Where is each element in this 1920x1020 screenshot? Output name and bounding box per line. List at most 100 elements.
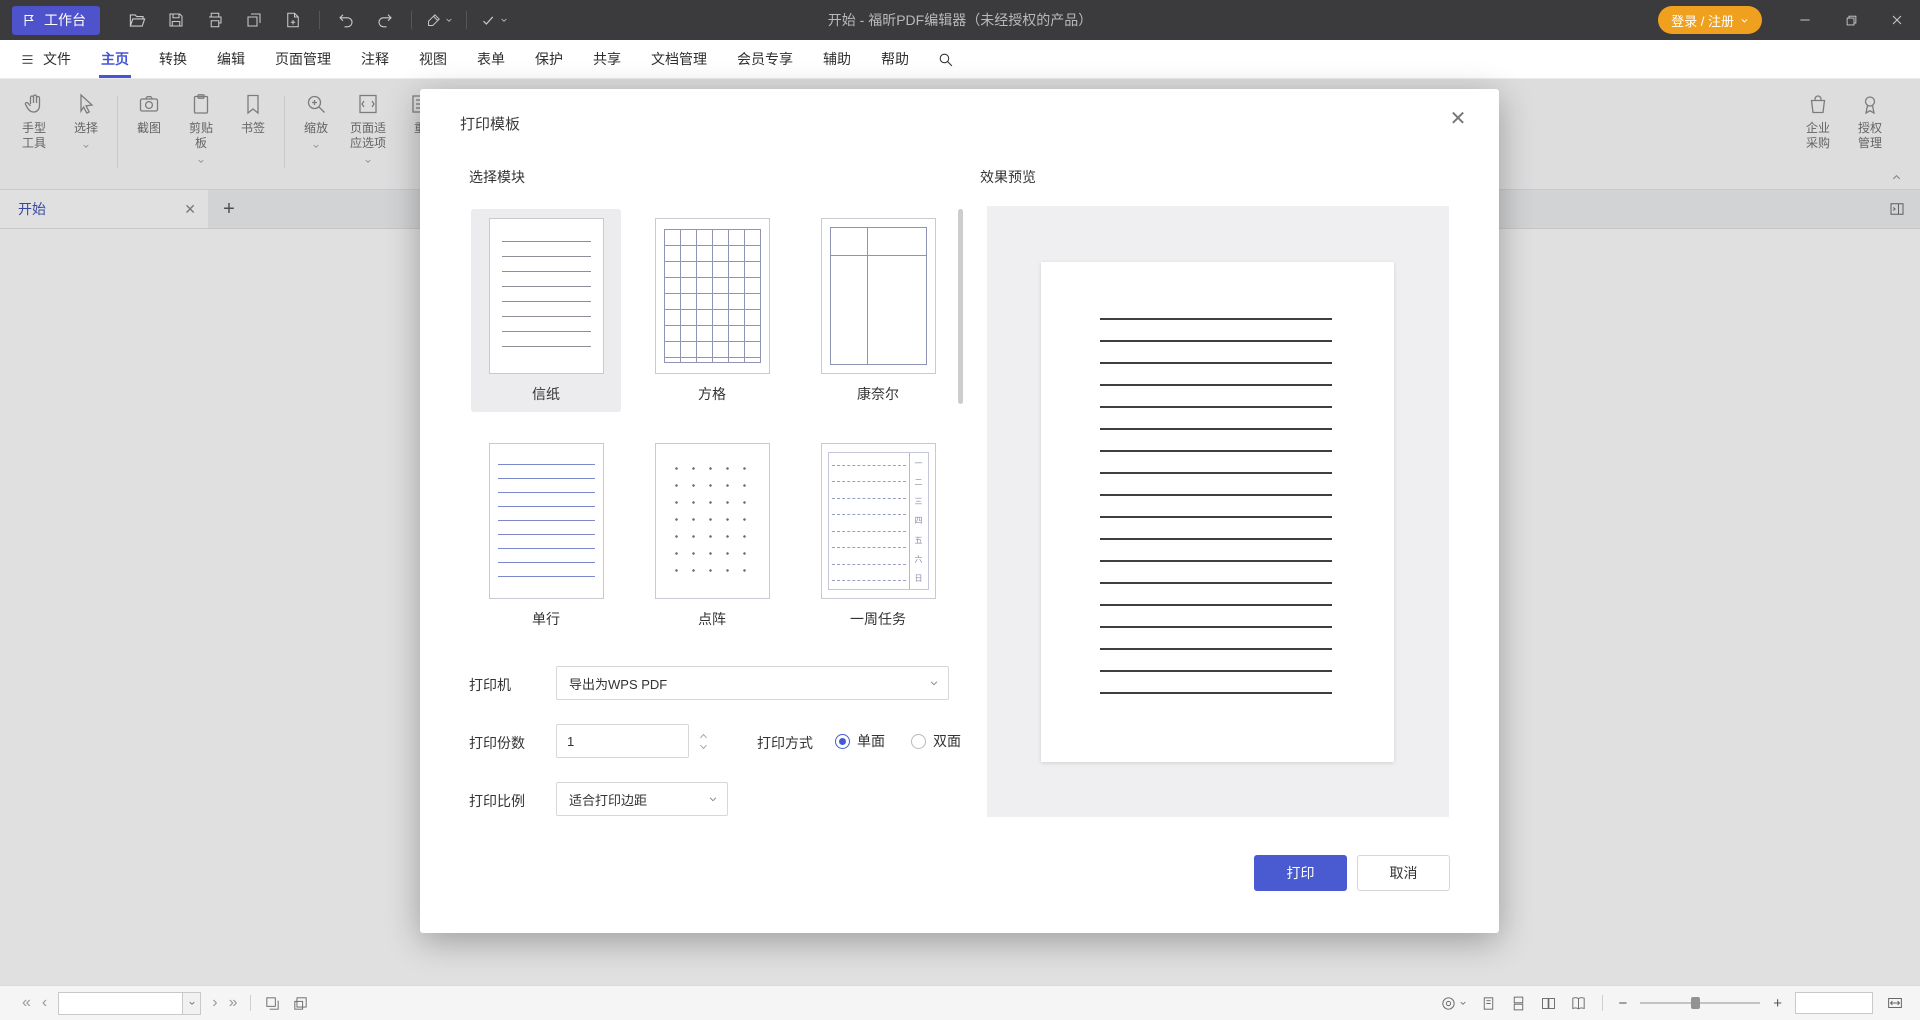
printer-select[interactable]: 导出为WPS PDF xyxy=(556,666,949,700)
menu-item-member[interactable]: 会员专享 xyxy=(722,40,808,78)
template-card-single-line[interactable]: 单行 xyxy=(471,434,621,637)
facing-page-button[interactable] xyxy=(1540,995,1557,1012)
menu-item-protect[interactable]: 保护 xyxy=(520,40,578,78)
cornell-thumbnail xyxy=(821,218,936,374)
copy-icon xyxy=(245,11,263,29)
menu-item-home[interactable]: 主页 xyxy=(86,40,144,78)
open-file-button[interactable] xyxy=(120,6,154,34)
undo-icon xyxy=(337,11,355,29)
radio-dot xyxy=(911,734,926,749)
radio-double-sided[interactable]: 双面 xyxy=(911,731,961,751)
menu-item-view[interactable]: 视图 xyxy=(404,40,462,78)
menu-item-form[interactable]: 表单 xyxy=(462,40,520,78)
login-register-button[interactable]: 登录 / 注册 xyxy=(1658,6,1762,34)
dot-grid-thumbnail xyxy=(655,443,770,599)
window-title: 开始 - 福昕PDF编辑器（未经授权的产品） xyxy=(828,10,1092,30)
flag-icon xyxy=(22,13,37,28)
template-card-grid[interactable]: 方格 xyxy=(637,209,787,412)
redo-button[interactable] xyxy=(368,6,402,34)
print-scale-label: 打印比例 xyxy=(469,791,525,811)
menu-item-edit[interactable]: 编辑 xyxy=(202,40,260,78)
chevron-down-icon xyxy=(929,678,939,688)
menu-item-share[interactable]: 共享 xyxy=(578,40,636,78)
menu-search-button[interactable] xyxy=(924,40,967,78)
undo-button[interactable] xyxy=(329,6,363,34)
close-button[interactable] xyxy=(1874,0,1920,40)
print-mode-label: 打印方式 xyxy=(757,733,813,753)
copies-input[interactable] xyxy=(556,724,689,758)
workspace-label: 工作台 xyxy=(44,10,86,30)
menu-item-comment[interactable]: 注释 xyxy=(346,40,404,78)
templates-section-label: 选择模块 xyxy=(469,167,525,187)
print-scale-select[interactable]: 适合打印边距 xyxy=(556,782,728,816)
single-line-thumbnail xyxy=(489,443,604,599)
redo-icon xyxy=(376,11,394,29)
template-card-dots[interactable]: 点阵 xyxy=(637,434,787,637)
zoom-in-button[interactable]: + xyxy=(1773,995,1782,1012)
next-page-button[interactable]: › xyxy=(212,995,217,1011)
single-page-button[interactable] xyxy=(1480,995,1497,1012)
titlebar: 工作台 开始 - 福昕PDF编辑器（未经授权的产品） xyxy=(0,0,1920,40)
zoom-level-input[interactable] xyxy=(1795,992,1873,1014)
template-card-cornell[interactable]: 康奈尔 xyxy=(803,209,953,412)
print-button[interactable]: 打印 xyxy=(1254,855,1347,891)
workspace-button[interactable]: 工作台 xyxy=(12,6,100,35)
menu-item-help[interactable]: 帮助 xyxy=(866,40,924,78)
view-mode-button[interactable] xyxy=(1440,995,1467,1012)
weekly-days-column: 一二三四五六日 xyxy=(909,453,928,589)
template-card-weekly[interactable]: 一二三四五六日 一周任务 xyxy=(803,434,953,637)
save-button[interactable] xyxy=(159,6,193,34)
book-view-button[interactable] xyxy=(1570,995,1587,1012)
prev-page-button[interactable]: ‹ xyxy=(42,995,47,1011)
new-document-icon xyxy=(284,11,302,29)
dialog-title: 打印模板 xyxy=(460,113,520,134)
dialog-close-button[interactable]: ✕ xyxy=(1445,105,1471,131)
folder-icon xyxy=(128,11,147,30)
template-grid: 信纸 方格 康奈尔 单行 点阵 xyxy=(471,209,953,637)
zoom-out-button[interactable]: − xyxy=(1618,995,1627,1012)
zoom-slider-thumb[interactable] xyxy=(1691,997,1700,1009)
titlebar-separator xyxy=(411,11,412,29)
continuous-page-button[interactable] xyxy=(1510,995,1527,1012)
menu-item-doc-manage[interactable]: 文档管理 xyxy=(636,40,722,78)
radio-single-sided[interactable]: 单面 xyxy=(835,731,885,751)
copies-stepper[interactable] xyxy=(699,724,708,758)
snapshot-view-button[interactable] xyxy=(264,995,281,1012)
quick-tools-dropdown[interactable] xyxy=(476,6,512,34)
new-document-button[interactable] xyxy=(276,6,310,34)
menu-item-page-manage[interactable]: 页面管理 xyxy=(260,40,346,78)
last-page-button[interactable]: » xyxy=(229,995,238,1011)
app-window: 工作台 开始 - 福昕PDF编辑器（未经授权的产品） xyxy=(0,0,1920,1020)
brush-icon xyxy=(425,12,442,29)
print-button[interactable] xyxy=(198,6,232,34)
duplicate-view-button[interactable] xyxy=(292,995,309,1012)
minimize-button[interactable] xyxy=(1782,0,1828,40)
menu-item-file[interactable]: 文件 xyxy=(0,40,86,78)
zoom-slider[interactable] xyxy=(1640,1002,1760,1004)
weekly-thumbnail: 一二三四五六日 xyxy=(821,443,936,599)
menu-item-convert[interactable]: 转换 xyxy=(144,40,202,78)
template-scrollbar[interactable] xyxy=(958,209,963,404)
chevron-down-icon xyxy=(500,16,508,24)
login-label: 登录 / 注册 xyxy=(1671,11,1734,30)
format-brush-button[interactable] xyxy=(421,6,457,34)
first-page-button[interactable]: « xyxy=(22,995,31,1011)
fit-width-button[interactable] xyxy=(1886,994,1904,1012)
template-card-lined[interactable]: 信纸 xyxy=(471,209,621,412)
statusbar: « ‹ › » − + xyxy=(0,985,1920,1020)
check-icon xyxy=(480,12,497,29)
printer-label: 打印机 xyxy=(469,675,511,695)
chevron-down-icon xyxy=(1740,16,1749,25)
page-number-input[interactable] xyxy=(59,993,182,1014)
stepper-up-icon xyxy=(699,733,708,739)
search-icon xyxy=(937,51,954,68)
statusbar-separator xyxy=(250,995,251,1011)
page-dropdown-button[interactable] xyxy=(182,993,200,1014)
copy-button[interactable] xyxy=(237,6,271,34)
menu-item-assist[interactable]: 辅助 xyxy=(808,40,866,78)
maximize-button[interactable] xyxy=(1828,0,1874,40)
cancel-button[interactable]: 取消 xyxy=(1357,855,1450,891)
preview-page xyxy=(1041,262,1394,762)
print-mode-group: 单面 双面 xyxy=(835,724,961,758)
grid-thumbnail xyxy=(655,218,770,374)
